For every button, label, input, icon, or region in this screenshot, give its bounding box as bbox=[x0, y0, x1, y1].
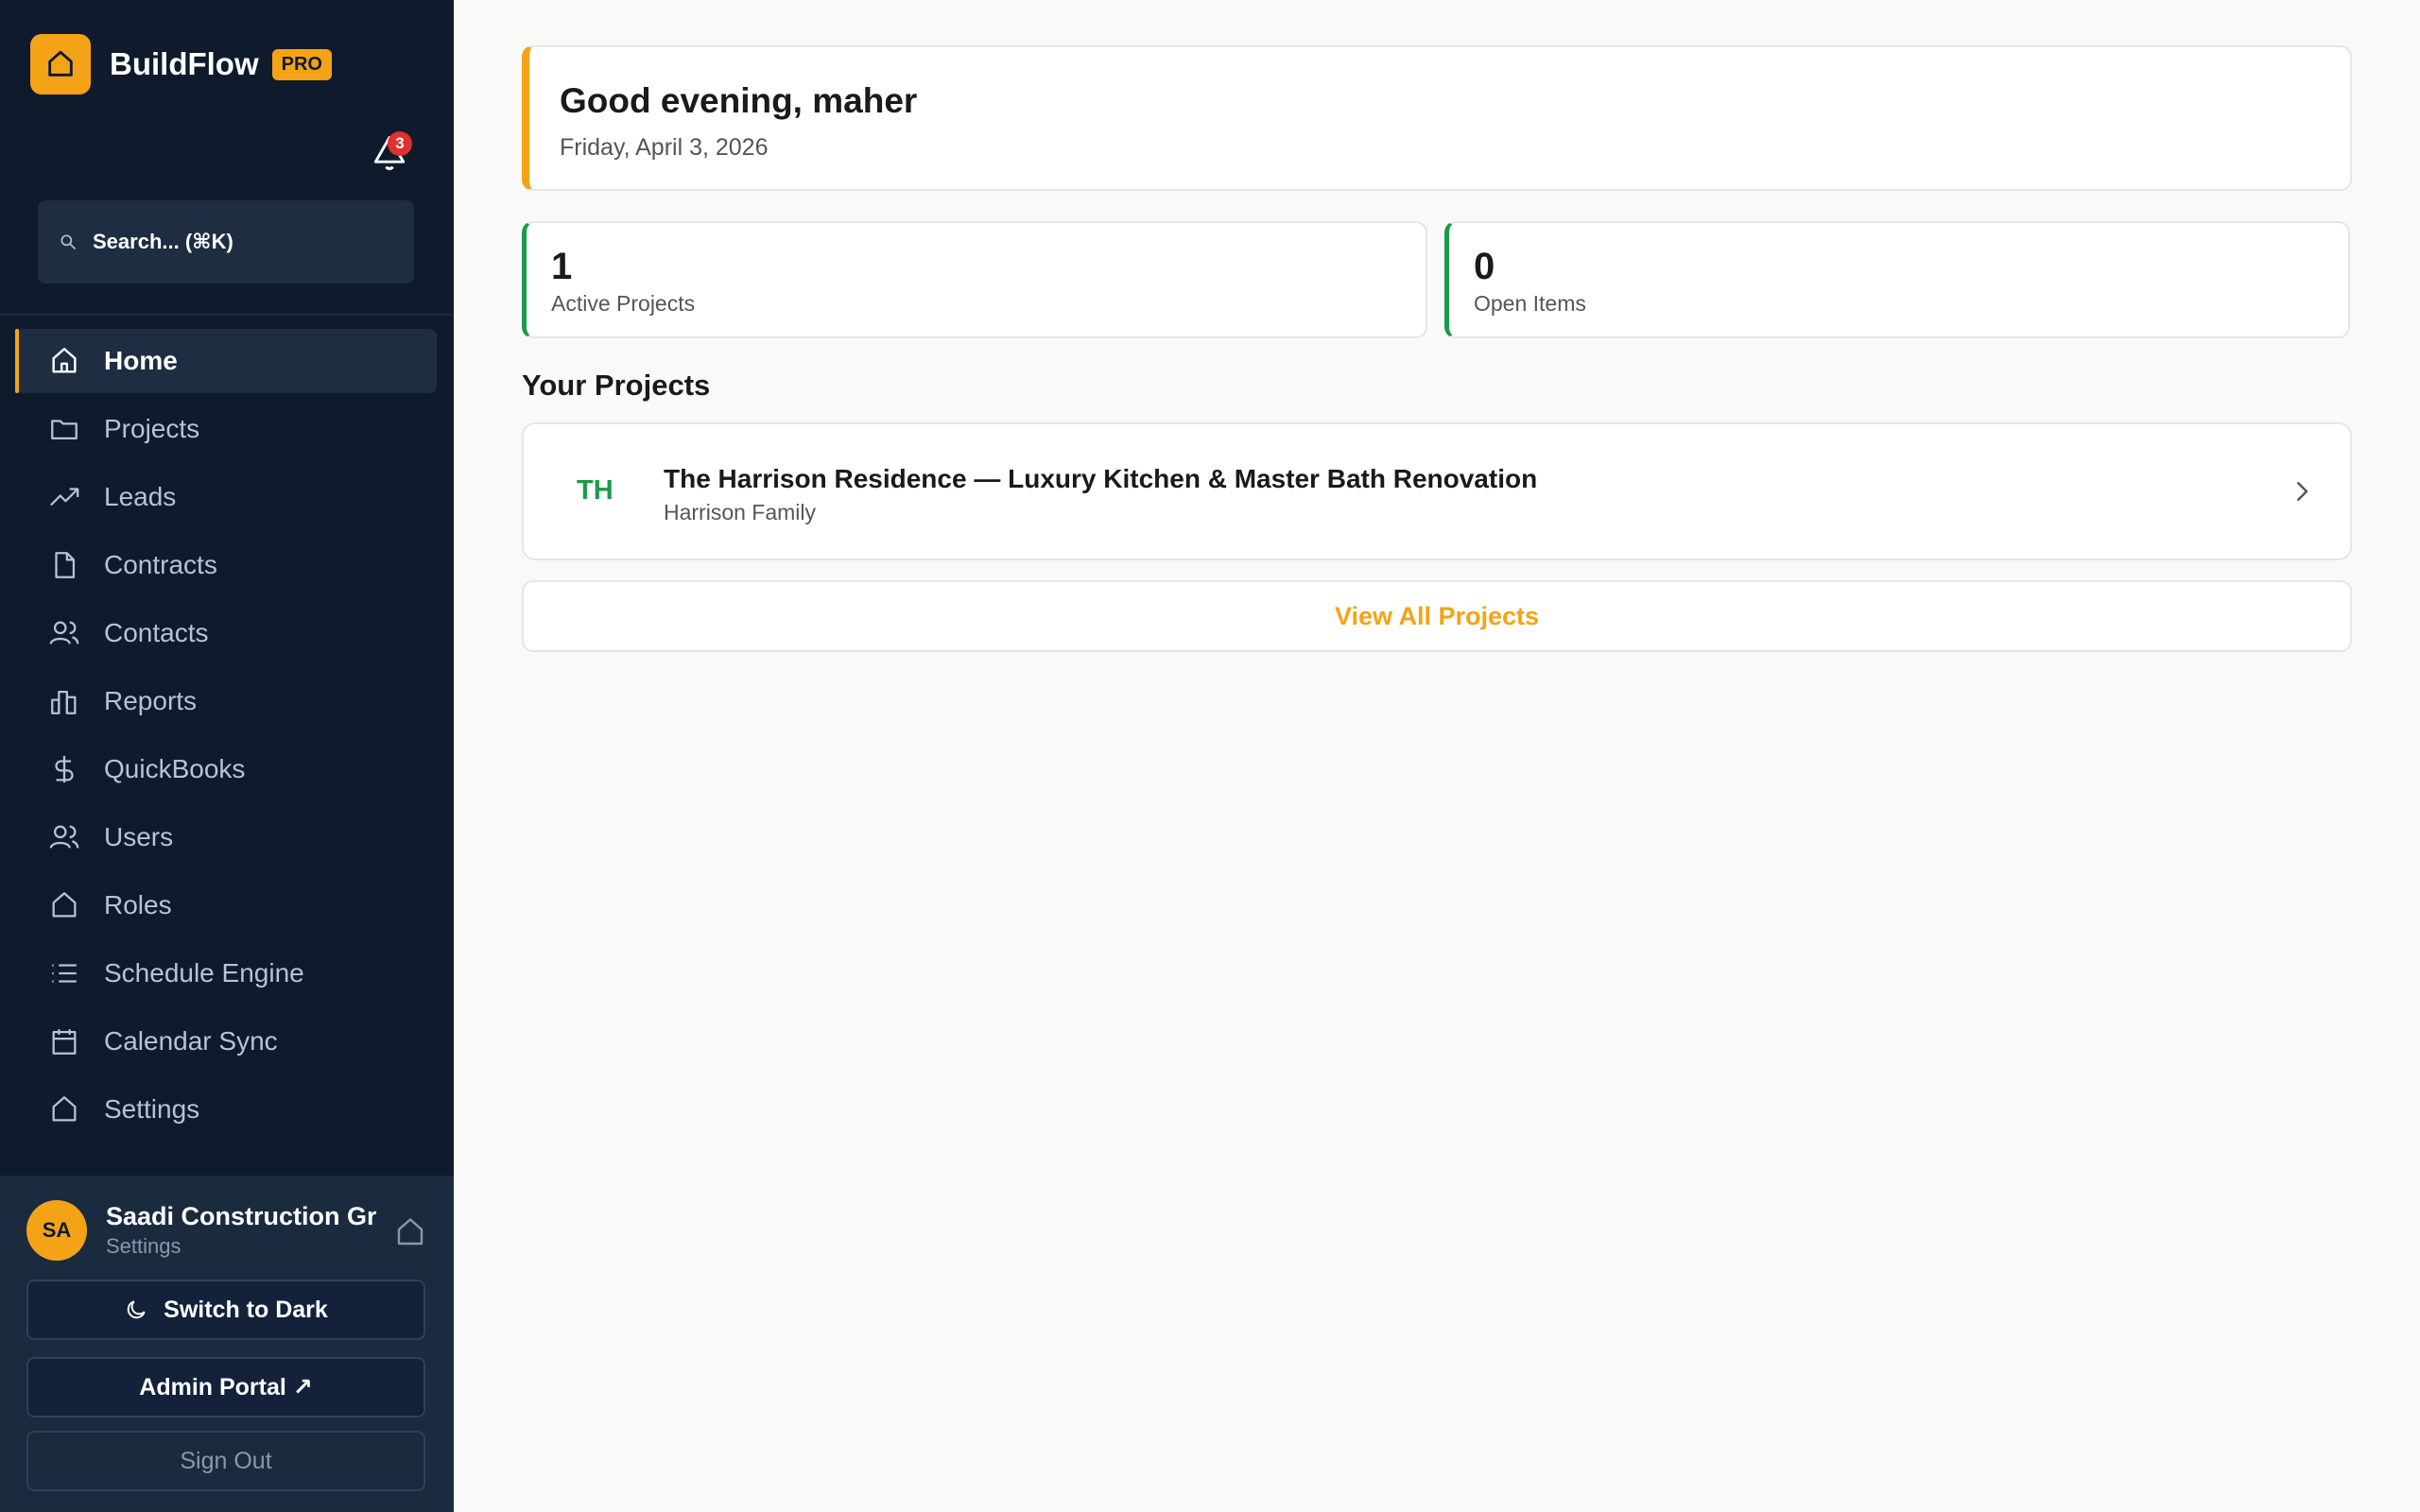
sidebar: BuildFlow PRO 3 Search... (⌘K) Home Proj… bbox=[0, 0, 454, 1512]
home-icon bbox=[47, 344, 81, 378]
sidebar-item-quickbooks[interactable]: QuickBooks bbox=[15, 737, 437, 801]
brand-name: BuildFlow bbox=[110, 46, 259, 81]
search-input[interactable]: Search... (⌘K) bbox=[38, 200, 414, 284]
sidebar-item-label: Home bbox=[104, 346, 178, 375]
greeting-card: Good evening, maher Friday, April 3, 202… bbox=[522, 45, 2352, 191]
pro-badge: PRO bbox=[271, 48, 332, 80]
home-icon[interactable] bbox=[393, 1215, 427, 1249]
switch-theme-button[interactable]: Switch to Dark bbox=[26, 1280, 425, 1340]
sidebar-item-label: Contracts bbox=[104, 550, 217, 579]
folder-icon bbox=[47, 412, 81, 446]
house-logo-icon bbox=[30, 34, 91, 94]
org-settings-link[interactable]: Settings bbox=[106, 1234, 182, 1259]
sidebar-item-label: Calendar Sync bbox=[104, 1026, 278, 1056]
project-card[interactable]: TH The Harrison Residence — Luxury Kitch… bbox=[522, 422, 2352, 560]
sidebar-item-label: Settings bbox=[104, 1094, 200, 1124]
project-title: The Harrison Residence — Luxury Kitchen … bbox=[664, 464, 1538, 493]
chevron-right-icon bbox=[2297, 482, 2308, 501]
sidebar-item-settings[interactable]: Settings bbox=[15, 1077, 437, 1142]
greeting-date: Friday, April 3, 2026 bbox=[560, 134, 769, 161]
projects-section-title: Your Projects bbox=[522, 369, 711, 402]
stat-value: 0 bbox=[1474, 246, 1495, 287]
project-client: Harrison Family bbox=[664, 500, 817, 524]
brand[interactable]: BuildFlow PRO bbox=[30, 34, 332, 94]
home-icon bbox=[47, 888, 81, 922]
sidebar-item-users[interactable]: Users bbox=[15, 805, 437, 869]
users-icon bbox=[47, 820, 81, 854]
home-icon bbox=[47, 1092, 81, 1126]
sidebar-item-contacts[interactable]: Contacts bbox=[15, 601, 437, 665]
search-placeholder: Search... (⌘K) bbox=[93, 230, 233, 253]
sidebar-item-leads[interactable]: Leads bbox=[15, 465, 437, 529]
greeting-title: Good evening, maher bbox=[560, 81, 918, 120]
sidebar-item-label: Schedule Engine bbox=[104, 958, 304, 988]
bar-chart-icon bbox=[47, 684, 81, 718]
document-icon bbox=[47, 548, 81, 582]
list-icon bbox=[47, 956, 81, 990]
sidebar-item-label: Reports bbox=[104, 686, 198, 715]
stat-label: Active Projects bbox=[551, 291, 696, 316]
search-icon bbox=[60, 234, 77, 250]
stat-card-open-items[interactable]: 0 Open Items bbox=[1444, 221, 2350, 338]
trending-up-icon bbox=[47, 480, 81, 514]
calendar-icon bbox=[47, 1024, 81, 1058]
sidebar-item-calendar-sync[interactable]: Calendar Sync bbox=[15, 1009, 437, 1074]
dollar-icon bbox=[47, 752, 81, 786]
sidebar-item-reports[interactable]: Reports bbox=[15, 669, 437, 733]
sidebar-item-label: Roles bbox=[104, 890, 172, 919]
account-panel: SA Saadi Construction Group Settings Swi… bbox=[0, 1176, 454, 1512]
switch-theme-label: Switch to Dark bbox=[164, 1296, 328, 1323]
stat-card-active-projects[interactable]: 1 Active Projects bbox=[522, 221, 1427, 338]
view-all-projects-button[interactable]: View All Projects bbox=[522, 580, 2352, 652]
notification-count-badge: 3 bbox=[388, 131, 412, 156]
users-icon bbox=[47, 616, 81, 650]
sidebar-divider bbox=[0, 314, 454, 316]
stat-value: 1 bbox=[551, 246, 573, 287]
sidebar-item-label: Leads bbox=[104, 482, 177, 511]
org-name[interactable]: Saadi Construction Group bbox=[106, 1202, 376, 1231]
sidebar-item-roles[interactable]: Roles bbox=[15, 873, 437, 937]
sidebar-item-schedule-engine[interactable]: Schedule Engine bbox=[15, 941, 437, 1005]
sidebar-item-label: Users bbox=[104, 822, 174, 851]
admin-portal-button[interactable]: Admin Portal ↗ bbox=[26, 1357, 425, 1418]
sidebar-item-contracts[interactable]: Contracts bbox=[15, 533, 437, 597]
sidebar-item-label: QuickBooks bbox=[104, 754, 246, 783]
sidebar-item-home[interactable]: Home bbox=[15, 329, 437, 393]
stat-label: Open Items bbox=[1474, 291, 1586, 316]
sidebar-item-projects[interactable]: Projects bbox=[15, 397, 437, 461]
sidebar-nav: Home Projects Leads Contracts Contacts R… bbox=[15, 329, 437, 1145]
sidebar-item-label: Projects bbox=[104, 414, 200, 443]
moon-icon bbox=[127, 1300, 146, 1319]
sidebar-item-label: Contacts bbox=[104, 618, 209, 647]
sign-out-button[interactable]: Sign Out bbox=[26, 1431, 425, 1491]
project-initials: TH bbox=[577, 475, 614, 506]
avatar[interactable]: SA bbox=[26, 1200, 87, 1261]
